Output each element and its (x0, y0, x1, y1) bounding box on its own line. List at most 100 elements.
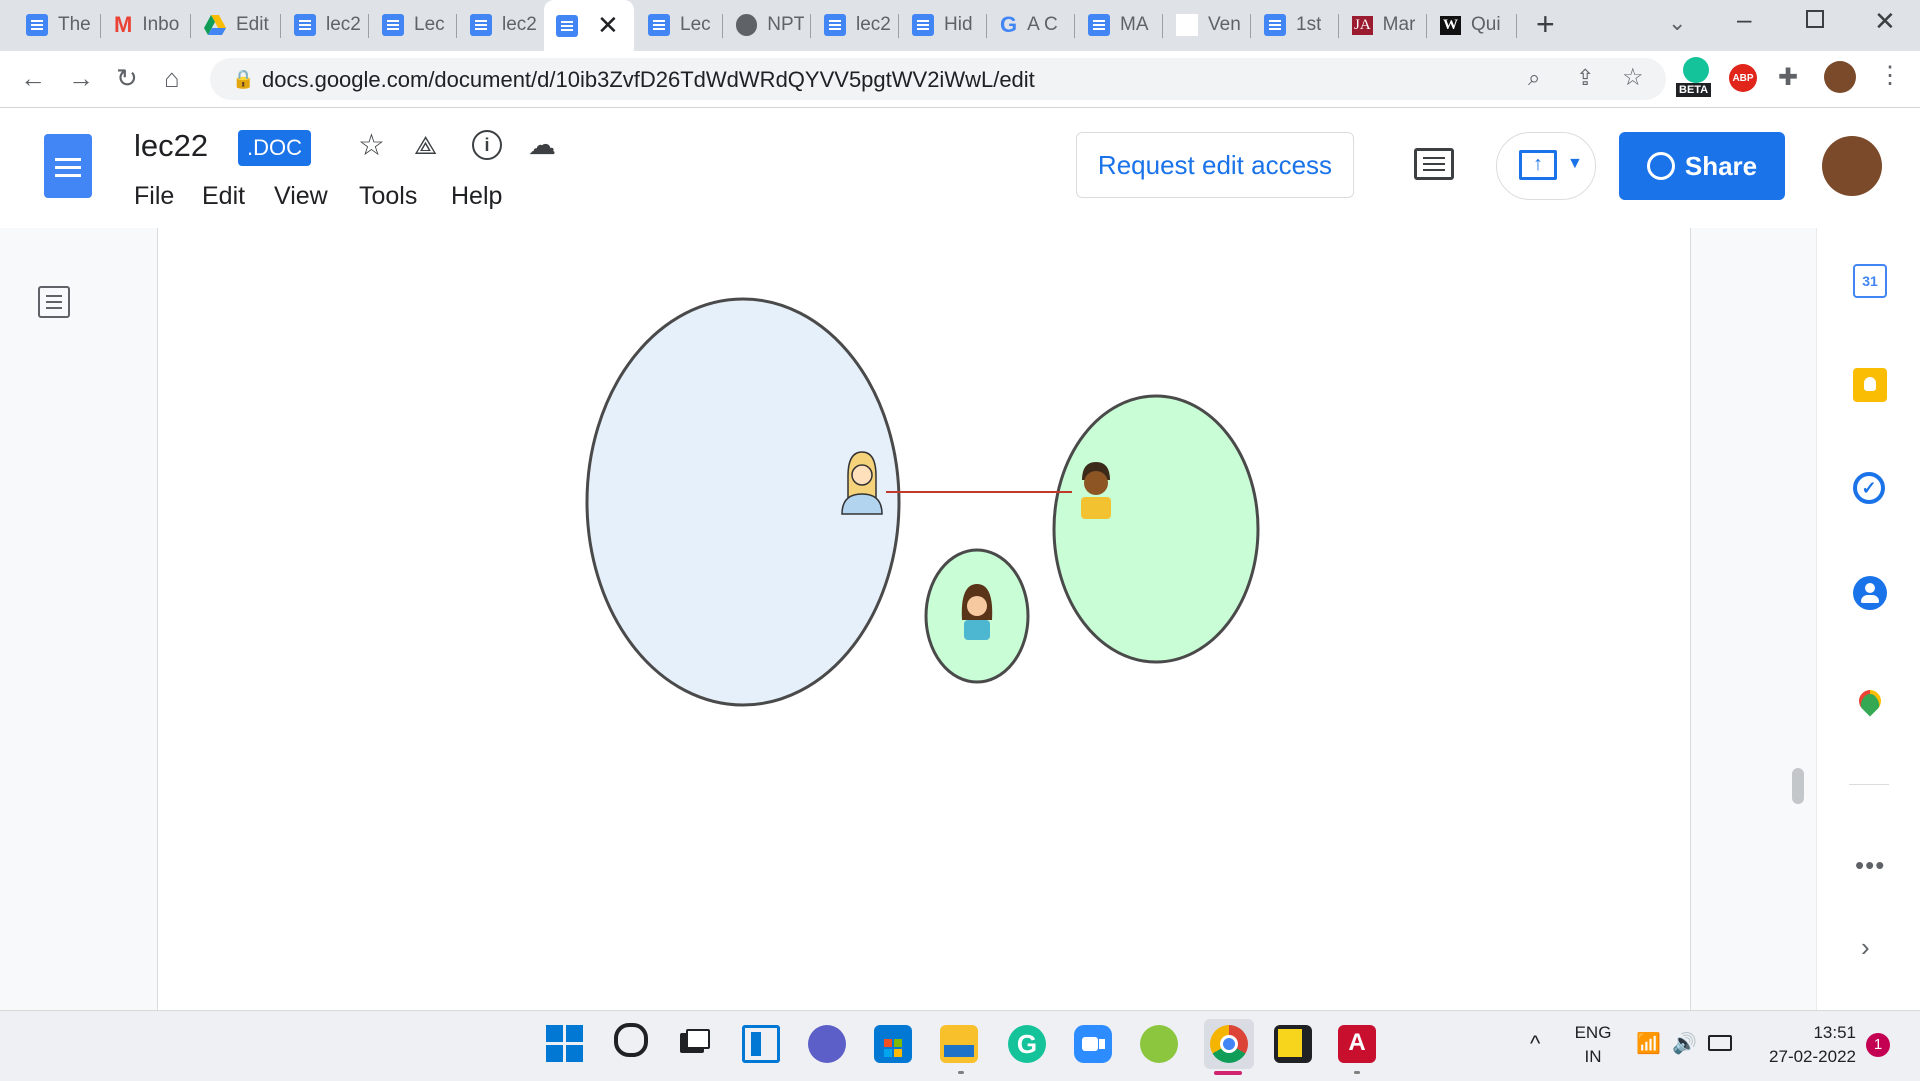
forward-icon[interactable]: → (68, 63, 94, 94)
calendar-icon[interactable]: 31 (1853, 264, 1887, 298)
microsoft-store-icon[interactable] (874, 1025, 912, 1063)
docs-icon (470, 14, 492, 36)
zoom-app-icon[interactable] (1074, 1025, 1112, 1063)
star-icon[interactable]: ☆ (358, 128, 385, 163)
task-view-icon[interactable] (676, 1025, 714, 1063)
close-tab-icon[interactable]: ✕ (597, 10, 619, 41)
tab-ac[interactable]: G A C (988, 6, 1068, 44)
share-button[interactable]: Share (1619, 132, 1785, 200)
drawing-canvas (585, 297, 1260, 707)
new-tab-icon[interactable]: + (1536, 6, 1555, 43)
notification-badge[interactable]: 1 (1866, 1033, 1890, 1057)
zoom-icon[interactable]: ⌕ (1528, 65, 1540, 91)
tab-mar[interactable]: JA Mar (1340, 6, 1420, 44)
tab-lec-b[interactable]: Lec (636, 6, 716, 44)
docs-icon (912, 14, 934, 36)
tab-npt[interactable]: NPT (724, 6, 804, 44)
docs-logo-icon[interactable] (44, 134, 92, 198)
comments-icon[interactable] (1414, 148, 1454, 180)
adblock-icon[interactable]: ABP (1729, 64, 1757, 92)
tasks-icon[interactable]: ✓ (1853, 472, 1885, 504)
tab-label: Lec (680, 14, 711, 35)
windows-start-icon[interactable] (546, 1025, 584, 1063)
widgets-icon[interactable] (742, 1025, 780, 1063)
grammarly-icon[interactable]: G (1008, 1025, 1046, 1063)
tab-hid[interactable]: Hid (900, 6, 980, 44)
tab-label: lec2 (502, 14, 537, 35)
more-icon[interactable]: ••• (1855, 850, 1885, 881)
extensions-puzzle-icon[interactable]: ✚ (1778, 63, 1798, 92)
close-window-icon[interactable]: ✕ (1874, 6, 1896, 37)
tab-ma[interactable]: MA (1076, 6, 1156, 44)
info-icon[interactable]: i (472, 130, 502, 160)
battery-icon[interactable] (1708, 1035, 1732, 1051)
menu-help[interactable]: Help (451, 182, 502, 211)
docs-icon (648, 14, 670, 36)
tab-the[interactable]: The (14, 6, 94, 44)
tab-search-chevron-icon[interactable]: ⌄ (1668, 10, 1686, 36)
tab-label: lec2 (326, 14, 361, 35)
restore-icon[interactable] (1806, 10, 1824, 28)
menu-edit[interactable]: Edit (202, 182, 245, 211)
teams-chat-icon[interactable] (808, 1025, 846, 1063)
profile-avatar[interactable] (1824, 61, 1856, 93)
docs-icon (382, 14, 404, 36)
tab-edit[interactable]: Edit (192, 6, 272, 44)
contacts-icon[interactable] (1853, 576, 1887, 610)
volume-icon[interactable]: 🔊 (1672, 1031, 1697, 1056)
chrome-active-tile[interactable] (1204, 1019, 1254, 1069)
tab-lec-a[interactable]: Lec (370, 6, 450, 44)
share-page-icon[interactable]: ⇪ (1576, 65, 1594, 91)
bookmark-star-icon[interactable]: ☆ (1622, 63, 1644, 92)
tab-lec2-b[interactable]: lec2 (458, 6, 538, 44)
wifi-icon[interactable]: 📶 (1636, 1031, 1661, 1056)
tab-inbox[interactable]: M Inbo (102, 6, 182, 44)
minimize-icon[interactable]: – (1737, 4, 1751, 35)
grammarly-beta-extension[interactable]: BETA (1676, 55, 1716, 101)
search-icon[interactable] (614, 1023, 648, 1057)
tab-active[interactable] (544, 0, 634, 51)
back-icon[interactable]: ← (20, 63, 46, 94)
present-button[interactable]: ↑ ▼ (1496, 132, 1596, 200)
tab-ven[interactable]: Ven (1164, 6, 1244, 44)
tab-lec2-a[interactable]: lec2 (282, 6, 362, 44)
document-title[interactable]: lec22 (134, 128, 208, 164)
keep-icon[interactable] (1853, 368, 1887, 402)
tab-qui[interactable]: W Qui (1428, 6, 1508, 44)
language-indicator[interactable]: ENG (1574, 1023, 1612, 1043)
reload-icon[interactable]: ↻ (116, 63, 138, 94)
sticky-notes-icon[interactable] (1274, 1025, 1312, 1063)
globe-icon (1646, 152, 1675, 180)
tab-label: Inbo (142, 14, 180, 35)
side-divider (1849, 784, 1889, 785)
request-edit-access-button[interactable]: Request edit access (1076, 132, 1354, 198)
home-icon[interactable]: ⌂ (164, 63, 180, 94)
tab-label: Ven (1208, 14, 1241, 35)
tab-1st[interactable]: 1st (1252, 6, 1332, 44)
menu-file[interactable]: File (134, 182, 174, 211)
docs-icon (294, 14, 316, 36)
clock-date[interactable]: 27-02-2022 (1740, 1047, 1856, 1067)
scrollbar-thumb[interactable] (1792, 768, 1804, 804)
chevron-right-icon[interactable]: › (1861, 932, 1870, 963)
maps-icon[interactable] (1854, 685, 1886, 717)
docs-header: lec22 .DOC ☆ ⟁ i ☁ File Edit View Tools … (0, 108, 1920, 228)
url-text[interactable]: docs.google.com/document/d/10ib3ZvfD26Td… (262, 67, 1035, 93)
account-avatar[interactable] (1822, 136, 1882, 196)
evernote-icon[interactable] (1140, 1025, 1178, 1063)
docs-icon (26, 14, 48, 36)
region-indicator[interactable]: IN (1574, 1047, 1612, 1067)
show-hidden-icons-chevron-icon[interactable]: ^ (1530, 1031, 1540, 1057)
acrobat-icon[interactable]: A (1338, 1025, 1376, 1063)
browser-menu-icon[interactable]: ⋮ (1878, 61, 1902, 90)
file-explorer-icon[interactable] (940, 1025, 978, 1063)
drive-icon (204, 15, 226, 35)
menu-view[interactable]: View (274, 182, 328, 211)
upload-icon: ↑ (1519, 150, 1557, 180)
menu-tools[interactable]: Tools (359, 182, 417, 211)
tab-lec2-c[interactable]: lec2 (812, 6, 892, 44)
add-shortcut-drive-icon[interactable]: ⟁ (414, 130, 437, 162)
clock-time[interactable]: 13:51 (1756, 1023, 1856, 1043)
cloud-saved-icon[interactable]: ☁ (528, 128, 556, 161)
lock-icon[interactable]: 🔒 (232, 69, 254, 90)
